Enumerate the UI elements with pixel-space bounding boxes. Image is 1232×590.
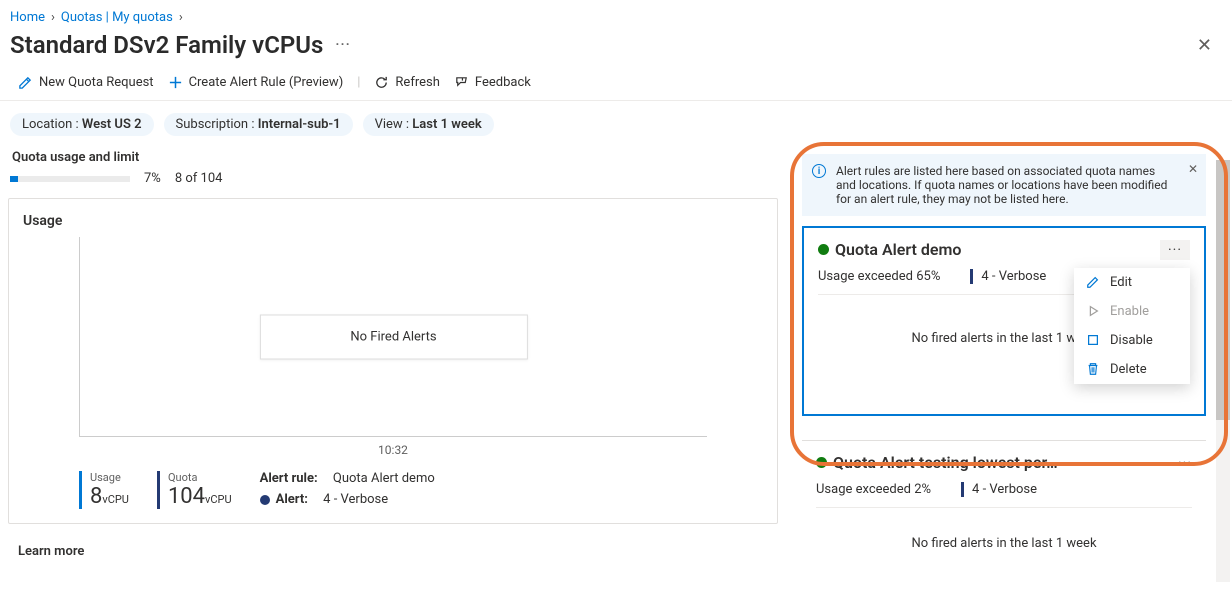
create-alert-rule-button[interactable]: Create Alert Rule (Preview)	[168, 75, 344, 90]
new-quota-request-button[interactable]: New Quota Request	[18, 75, 154, 90]
usage-card: Usage No Fired Alerts 10:32 Usage 8vCPU …	[8, 198, 778, 524]
breadcrumb-sep-icon: ›	[51, 10, 55, 25]
breadcrumb-quotas[interactable]: Quotas | My quotas	[61, 10, 173, 25]
quota-usage-heading: Quota usage and limit	[8, 150, 778, 171]
page-title: Standard DSv2 Family vCPUs ···	[10, 31, 351, 59]
scrollbar[interactable]	[1216, 160, 1230, 582]
kpi-usage: Usage 8vCPU	[79, 471, 129, 509]
status-dot-icon	[816, 457, 827, 468]
alert-card-title: Quota Alert testing lowest per…	[816, 453, 1058, 472]
trash-icon	[1086, 362, 1100, 376]
menu-edit[interactable]: Edit	[1074, 268, 1190, 297]
scrollbar-thumb[interactable]	[1216, 160, 1230, 420]
alert-rules-info-banner: i Alert rules are listed here based on a…	[802, 154, 1206, 216]
edit-icon	[1086, 275, 1100, 289]
kpi-quota: Quota 104vCPU	[157, 471, 232, 509]
usage-chart: No Fired Alerts	[79, 237, 707, 437]
toolbar: New Quota Request Create Alert Rule (Pre…	[0, 69, 1232, 101]
filter-subscription[interactable]: Subscription : Internal-sub-1	[164, 113, 353, 136]
quota-progress-bar	[10, 176, 130, 182]
info-icon: i	[812, 164, 826, 178]
close-button[interactable]: ✕	[1187, 35, 1222, 56]
breadcrumb-sep-icon: ›	[179, 10, 183, 25]
no-fired-alerts-banner: No Fired Alerts	[259, 314, 527, 359]
title-more-icon[interactable]: ···	[335, 37, 350, 53]
breadcrumb: Home › Quotas | My quotas ›	[0, 0, 1232, 29]
quota-count: 8 of 104	[175, 171, 223, 186]
edit-icon	[18, 75, 33, 90]
alert-card-menu-button[interactable]: ···	[1160, 240, 1190, 260]
status-dot-icon	[818, 244, 829, 255]
alert-card-empty: No fired alerts in the last 1 week	[816, 508, 1192, 555]
filter-location[interactable]: Location : West US 2	[10, 113, 154, 136]
learn-more-heading: Learn more	[8, 524, 778, 559]
toolbar-separator: |	[357, 75, 360, 90]
stop-icon	[1086, 333, 1100, 347]
refresh-button[interactable]: Refresh	[374, 75, 439, 90]
filter-view[interactable]: View : Last 1 week	[363, 113, 494, 136]
plus-icon	[168, 75, 183, 90]
play-icon	[1086, 304, 1100, 318]
alert-card-testing[interactable]: Quota Alert testing lowest per… ··· Usag…	[802, 440, 1206, 563]
alert-card-title: Quota Alert demo	[818, 240, 961, 259]
menu-disable[interactable]: Disable	[1074, 326, 1190, 355]
alert-rule-legend: Alert rule: Quota Alert demo Alert: 4 - …	[260, 471, 435, 513]
context-menu: Edit Enable Disable Delete	[1074, 268, 1190, 384]
feedback-button[interactable]: Feedback	[454, 75, 531, 90]
alert-card-menu-button[interactable]: ···	[1178, 455, 1192, 471]
alert-card-meta: Usage exceeded 2% 4 - Verbose	[816, 472, 1192, 508]
usage-card-title: Usage	[23, 213, 763, 229]
menu-delete[interactable]: Delete	[1074, 355, 1190, 384]
alert-card-demo[interactable]: Quota Alert demo ··· Edit Enable	[802, 226, 1206, 416]
x-axis-label: 10:32	[23, 443, 763, 457]
filter-bar: Location : West US 2 Subscription : Inte…	[0, 101, 1232, 136]
quota-percent: 7%	[144, 171, 161, 186]
menu-enable: Enable	[1074, 297, 1190, 326]
feedback-icon	[454, 75, 469, 90]
breadcrumb-home[interactable]: Home	[10, 10, 45, 25]
legend-dot-icon	[260, 495, 270, 505]
banner-dismiss-button[interactable]: ✕	[1188, 162, 1198, 176]
refresh-icon	[374, 75, 389, 90]
